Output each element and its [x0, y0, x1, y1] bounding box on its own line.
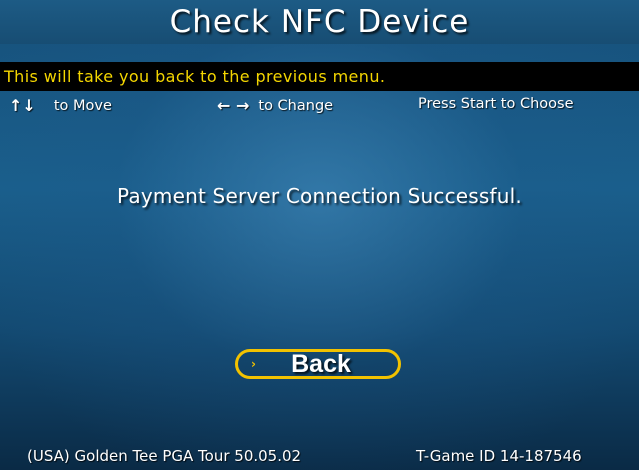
back-button-label: Back — [291, 350, 351, 378]
change-hint: ← → to Change — [217, 96, 333, 115]
page-title: Check NFC Device — [169, 4, 470, 40]
status-message: Payment Server Connection Successful. — [117, 184, 522, 208]
back-button[interactable]: › Back — [235, 349, 401, 379]
choose-hint-label: Press Start to Choose — [418, 96, 574, 112]
move-hint-label: to Move — [53, 97, 112, 114]
terminal-id: T-Game ID 14-187546 — [416, 447, 582, 465]
controls-hint-row: ↑↓ to Move ← → to Change Press Start to … — [0, 94, 639, 118]
choose-hint: Press Start to Choose — [418, 96, 574, 112]
move-hint: ↑↓ to Move — [9, 96, 112, 115]
help-text: This will take you back to the previous … — [4, 67, 386, 86]
help-bar: This will take you back to the previous … — [0, 62, 639, 91]
up-down-arrows-icon: ↑↓ — [9, 96, 36, 115]
chevron-right-icon: › — [251, 357, 256, 371]
left-right-arrows-icon: ← → — [217, 96, 250, 115]
game-screen: Check NFC Device This will take you back… — [0, 0, 639, 470]
game-version-info: (USA) Golden Tee PGA Tour 50.05.02 — [27, 447, 302, 465]
footer: (USA) Golden Tee PGA Tour 50.05.02 T-Gam… — [0, 444, 639, 468]
title-bar: Check NFC Device — [0, 0, 639, 44]
change-hint-label: to Change — [258, 97, 334, 114]
